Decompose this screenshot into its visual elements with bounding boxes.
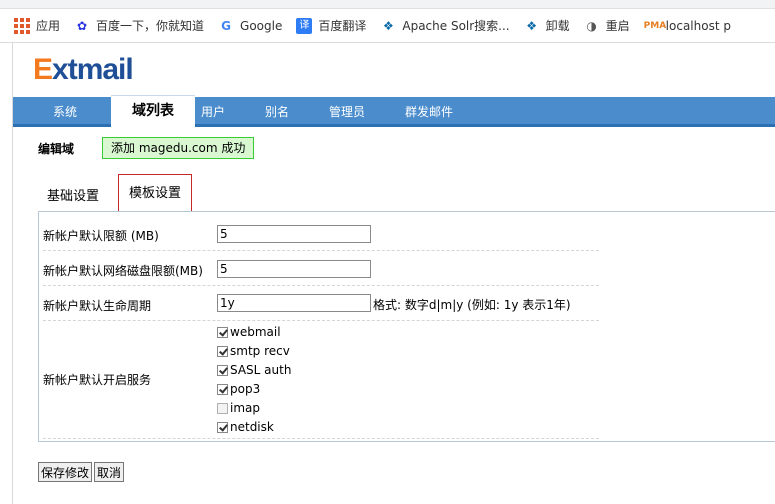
bookmark-label: Apache Solr搜索... (402, 19, 510, 33)
bookmarks-bar: 应用 ✿ 百度一下，你就知道 G Google 译 百度翻译 ❖ Apache … (0, 9, 775, 43)
save-button[interactable]: 保存修改 (38, 462, 93, 482)
checkbox[interactable] (217, 326, 228, 338)
nav-admins[interactable]: 管理员 (329, 103, 365, 120)
row-divider (43, 285, 599, 286)
row-divider (43, 438, 599, 439)
logo-letter-e: E (33, 53, 53, 86)
quota-label: 新帐户默认限额 (MB) (43, 229, 159, 243)
service-name: SASL auth (230, 363, 292, 377)
bookmark-label: 重启 (605, 19, 630, 33)
checkbox[interactable] (217, 383, 228, 395)
cancel-button[interactable]: 取消 (94, 462, 125, 482)
globe-icon: ◑ (586, 18, 597, 33)
bookmark-label: 百度一下，你就知道 (96, 19, 205, 33)
bookmark-baidu[interactable]: ✿ 百度一下，你就知道 (74, 17, 204, 34)
baidu-translate-icon: 译 (296, 17, 313, 34)
service-sasl-auth[interactable]: SASL auth (217, 363, 291, 377)
tab-template-settings[interactable]: 模板设置 (118, 174, 192, 215)
lifetime-input[interactable] (217, 294, 371, 312)
google-g-icon: G (221, 18, 231, 33)
row-divider (43, 250, 599, 251)
bookmark-solr[interactable]: ❖ Apache Solr搜索... (380, 17, 510, 34)
nav-users[interactable]: 用户 (201, 103, 225, 120)
bookmark-uninstall[interactable]: ❖ 卸载 (524, 17, 570, 34)
extmail-logo: Extmail (33, 53, 134, 87)
service-name: webmail (230, 325, 281, 339)
bookmark-label: 应用 (36, 19, 61, 33)
bookmark-label: localhost p (665, 18, 731, 33)
nav-aliases[interactable]: 别名 (265, 103, 289, 120)
bookmark-localhost[interactable]: PMA localhost p (644, 18, 731, 34)
quota-input[interactable] (217, 225, 371, 243)
bookmark-label: 卸载 (545, 19, 570, 33)
netdisk-quota-input[interactable] (217, 260, 371, 278)
service-name: imap (230, 401, 260, 415)
bookmark-apps[interactable]: 应用 (14, 17, 60, 34)
main-nav: 系统 域列表 用户 别名 管理员 群发邮件 (13, 95, 775, 127)
checkbox[interactable] (217, 421, 228, 433)
service-imap[interactable]: imap (217, 401, 260, 415)
row-divider (43, 320, 599, 321)
apps-grid-icon (14, 17, 30, 34)
page-title: 编辑域 (38, 142, 75, 156)
drupal-drop-icon: ❖ (382, 18, 394, 33)
checkbox[interactable] (217, 345, 228, 357)
checkbox[interactable] (217, 364, 228, 376)
baidu-paw-icon: ✿ (76, 18, 88, 33)
bookmark-label: Google (240, 18, 283, 33)
service-name: netdisk (230, 420, 274, 434)
service-pop3[interactable]: pop3 (217, 382, 260, 396)
service-netdisk[interactable]: netdisk (217, 420, 274, 434)
services-label: 新帐户默认开启服务 (43, 373, 152, 387)
success-message: 添加 magedu.com 成功 (102, 137, 255, 159)
bookmark-google[interactable]: G Google (218, 18, 282, 34)
checkbox[interactable] (217, 402, 228, 414)
netdisk-quota-label: 新帐户默认网络磁盘限额(MB) (43, 264, 203, 278)
service-webmail[interactable]: webmail (217, 325, 281, 339)
service-name: smtp recv (230, 344, 290, 358)
nav-system[interactable]: 系统 (53, 103, 77, 120)
pma-icon: PMA (643, 20, 667, 31)
bookmark-baidu-translate[interactable]: 译 百度翻译 (296, 17, 366, 34)
lifetime-format-hint: 格式: 数字d|m|y (例如: 1y 表示1年) (373, 298, 571, 312)
service-smtp-recv[interactable]: smtp recv (217, 344, 290, 358)
bookmark-label: 百度翻译 (318, 19, 367, 33)
logo-text: xtmail (52, 53, 134, 86)
tab-basic-settings[interactable]: 基础设置 (47, 185, 99, 204)
nav-mass-mail[interactable]: 群发邮件 (405, 103, 453, 120)
template-settings-panel: 新帐户默认限额 (MB) 新帐户默认网络磁盘限额(MB) 新帐户默认生命周期 格… (38, 211, 775, 442)
service-name: pop3 (230, 382, 261, 396)
browser-top-strip (0, 0, 775, 9)
bookmark-restart[interactable]: ◑ 重启 (584, 17, 630, 34)
drupal-drop-icon: ❖ (526, 18, 538, 33)
nav-domain-list[interactable]: 域列表 (111, 95, 195, 127)
lifetime-label: 新帐户默认生命周期 (43, 299, 152, 313)
